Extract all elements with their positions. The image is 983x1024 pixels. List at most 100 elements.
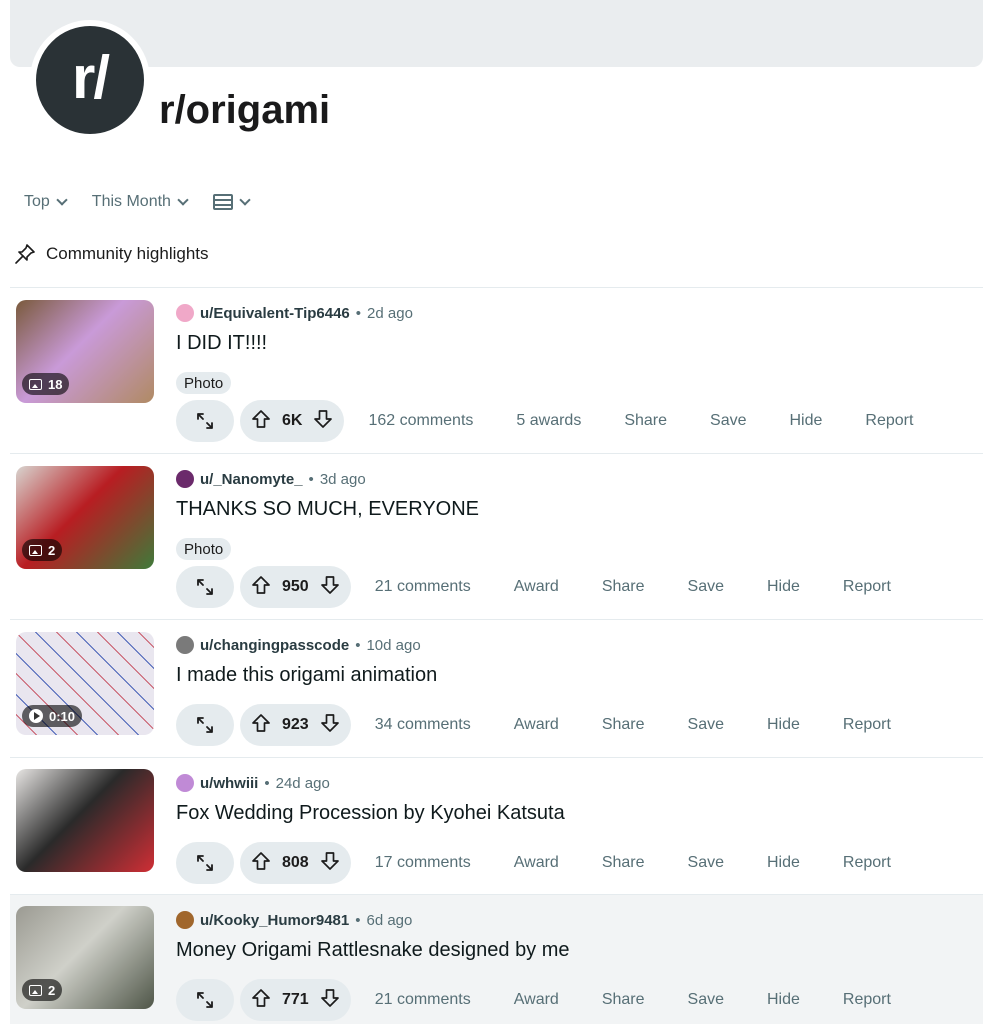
post-card[interactable]: 18 u/Equivalent-Tip6446 • 2d ago I DID IT!!!… <box>10 287 983 453</box>
report-button[interactable]: Report <box>865 412 913 430</box>
video-duration-badge: 0:10 <box>22 705 83 727</box>
upvote-button[interactable] <box>250 712 272 739</box>
community-highlights-label: Community highlights <box>46 244 209 263</box>
post-thumbnail[interactable]: 2 <box>16 466 154 569</box>
upvote-button[interactable] <box>250 987 272 1014</box>
award-button[interactable]: Award <box>514 991 559 1009</box>
subreddit-banner <box>10 0 983 67</box>
upvote-arrow-icon <box>252 409 270 428</box>
post-thumbnail[interactable]: 0:10 <box>16 632 154 735</box>
downvote-button[interactable] <box>319 987 341 1014</box>
upvote-arrow-icon <box>252 988 270 1007</box>
expand-button[interactable] <box>176 842 234 884</box>
vote-control: 808 <box>240 842 351 884</box>
report-button[interactable]: Report <box>843 716 891 734</box>
post-card[interactable]: 2 u/_Nanomyte_ • 3d ago THANKS SO MUCH, EVER… <box>10 453 983 619</box>
share-button[interactable]: Share <box>602 991 645 1009</box>
post-author[interactable]: u/Kooky_Humor9481 <box>200 912 349 929</box>
post-author[interactable]: u/whwiii <box>200 775 258 792</box>
hide-button[interactable]: Hide <box>767 716 800 734</box>
comments-button[interactable]: 162 comments <box>368 412 473 430</box>
award-button[interactable]: Award <box>514 854 559 872</box>
comments-button[interactable]: 21 comments <box>375 991 471 1009</box>
post-card[interactable]: u/whwiii • 24d ago Fox Wedding Procession b… <box>10 757 983 894</box>
hide-button[interactable]: Hide <box>767 854 800 872</box>
save-button[interactable]: Save <box>710 412 746 430</box>
user-avatar[interactable] <box>176 470 194 488</box>
report-button[interactable]: Report <box>843 854 891 872</box>
post-flair[interactable]: Photo <box>176 538 232 560</box>
post-meta: u/_Nanomyte_ • 3d ago <box>176 470 366 488</box>
badge-text: 0:10 <box>49 708 76 724</box>
sort-dropdown[interactable]: Top <box>24 193 68 211</box>
downvote-button[interactable] <box>319 712 341 739</box>
post-meta: u/Equivalent-Tip6446 • 2d ago <box>176 304 413 322</box>
expand-button[interactable] <box>176 704 234 746</box>
award-button[interactable]: Award <box>514 578 559 596</box>
separator-dot: • <box>355 304 362 322</box>
save-button[interactable]: Save <box>688 578 724 596</box>
share-button[interactable]: Share <box>602 578 645 596</box>
expand-button[interactable] <box>176 979 234 1021</box>
post-card[interactable]: 2 u/Kooky_Humor9481 • 6d ago Money Origami R… <box>10 894 983 1024</box>
post-card[interactable]: 0:10 u/changingpasscode • 10d ago I made thi… <box>10 619 983 757</box>
separator-dot: • <box>308 470 314 488</box>
upvote-button[interactable] <box>250 850 272 877</box>
user-avatar[interactable] <box>176 304 194 322</box>
post-thumbnail[interactable]: 18 <box>16 300 154 403</box>
expand-icon <box>197 413 213 429</box>
post-author[interactable]: u/changingpasscode <box>200 637 349 654</box>
award-button[interactable]: Award <box>514 716 559 734</box>
upvote-arrow-icon <box>252 713 270 732</box>
gallery-count-badge: 18 <box>22 373 70 395</box>
post-title[interactable]: I DID IT!!!! <box>176 332 267 355</box>
expand-button[interactable] <box>176 400 234 442</box>
share-button[interactable]: Share <box>602 854 645 872</box>
hide-button[interactable]: Hide <box>767 578 800 596</box>
upvote-button[interactable] <box>250 574 272 601</box>
post-author[interactable]: u/_Nanomyte_ <box>200 471 303 488</box>
time-range-dropdown[interactable]: This Month <box>92 193 189 211</box>
share-button[interactable]: Share <box>602 716 645 734</box>
report-button[interactable]: Report <box>843 578 891 596</box>
comments-button[interactable]: 21 comments <box>375 578 471 596</box>
play-icon <box>29 709 43 723</box>
image-icon <box>29 984 42 996</box>
user-avatar[interactable] <box>176 774 194 792</box>
save-button[interactable]: Save <box>688 716 724 734</box>
post-thumbnail[interactable] <box>16 769 154 872</box>
image-icon <box>29 544 42 556</box>
subreddit-avatar[interactable]: r/ <box>30 20 150 140</box>
upvote-button[interactable] <box>250 408 272 435</box>
post-thumbnail[interactable]: 2 <box>16 906 154 1009</box>
community-highlights[interactable]: Community highlights <box>14 243 209 265</box>
user-avatar[interactable] <box>176 911 194 929</box>
report-button[interactable]: Report <box>843 991 891 1009</box>
share-button[interactable]: Share <box>624 412 667 430</box>
user-avatar[interactable] <box>176 636 194 654</box>
comments-button[interactable]: 34 comments <box>375 716 471 734</box>
save-button[interactable]: Save <box>688 991 724 1009</box>
downvote-button[interactable] <box>312 408 334 435</box>
post-author[interactable]: u/Equivalent-Tip6446 <box>200 305 350 322</box>
post-actions: 808 17 comments Award Share Save Hide Report <box>176 842 891 884</box>
post-title[interactable]: I made this origami animation <box>176 664 437 687</box>
view-mode-dropdown[interactable] <box>212 194 251 210</box>
post-title[interactable]: THANKS SO MUCH, EVERYONE <box>176 498 479 521</box>
chevron-down-icon <box>239 194 251 206</box>
post-title[interactable]: Money Origami Rattlesnake designed by me <box>176 939 570 962</box>
award-button[interactable]: 5 awards <box>516 412 581 430</box>
post-title[interactable]: Fox Wedding Procession by Kyohei Katsuta <box>176 802 565 825</box>
hide-button[interactable]: Hide <box>789 412 822 430</box>
post-flair[interactable]: Photo <box>176 372 232 394</box>
post-actions: 950 21 comments Award Share Save Hide Report <box>176 566 891 608</box>
image-icon <box>29 378 42 390</box>
downvote-button[interactable] <box>319 574 341 601</box>
expand-button[interactable] <box>176 566 234 608</box>
vote-control: 6K <box>240 400 345 442</box>
downvote-button[interactable] <box>319 850 341 877</box>
comments-button[interactable]: 17 comments <box>375 854 471 872</box>
vote-control: 771 <box>240 979 351 1021</box>
hide-button[interactable]: Hide <box>767 991 800 1009</box>
save-button[interactable]: Save <box>688 854 724 872</box>
